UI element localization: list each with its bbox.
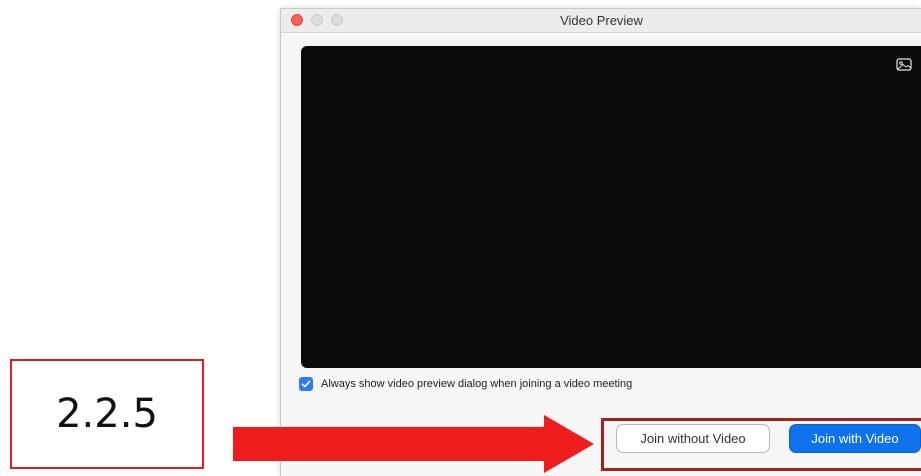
video-preview-window: Video Preview Always show video preview … xyxy=(280,8,921,476)
window-title: Video Preview xyxy=(560,13,643,28)
join-with-video-button[interactable]: Join with Video xyxy=(789,424,921,453)
photo-icon[interactable] xyxy=(896,58,912,71)
checkmark-icon xyxy=(301,380,311,388)
video-preview-area xyxy=(301,46,921,368)
step-label: 2.2.5 xyxy=(56,391,158,437)
step-label-box: 2.2.5 xyxy=(10,359,204,469)
always-show-preview-option[interactable]: Always show video preview dialog when jo… xyxy=(299,376,632,392)
annotation-arrow-shaft xyxy=(233,427,545,461)
always-show-preview-label: Always show video preview dialog when jo… xyxy=(321,378,633,390)
always-show-preview-checkbox[interactable] xyxy=(299,377,313,391)
join-without-video-button[interactable]: Join without Video xyxy=(616,424,770,453)
annotation-arrow-head xyxy=(544,415,594,473)
title-bar: Video Preview xyxy=(281,9,921,33)
